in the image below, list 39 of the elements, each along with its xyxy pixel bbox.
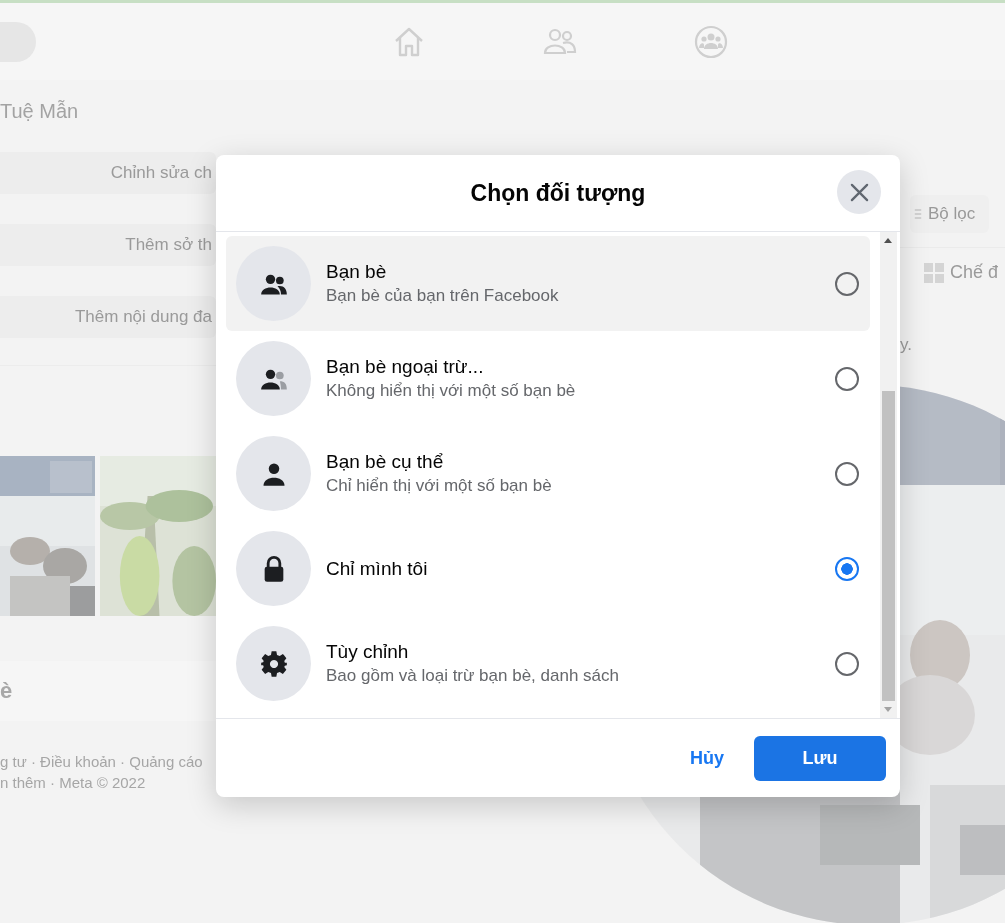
- footer-links: n thêm · Meta © 2022: [0, 774, 147, 791]
- radio-button[interactable]: [835, 461, 859, 486]
- close-icon: [849, 182, 869, 202]
- option-description: Chỉ hiển thị với một số bạn bè: [326, 476, 553, 496]
- option-description: Không hiển thị với một số bạn bè: [326, 381, 577, 401]
- radio-button[interactable]: [835, 556, 859, 581]
- option-title: Bạn bè ngoại trừ...: [326, 356, 485, 378]
- footer-links: g tư · Điều khoản · Quảng cáo: [0, 753, 204, 770]
- scrollbar[interactable]: [880, 232, 897, 718]
- profile-name: Tuệ Mẫn: [0, 100, 80, 124]
- cancel-button[interactable]: Hủy: [690, 747, 724, 769]
- audience-option[interactable]: Bạn bè cụ thể Chỉ hiển thị với một số bạn bè: [226, 426, 870, 521]
- scrollbar-thumb[interactable]: [882, 391, 895, 701]
- radio-button[interactable]: [835, 366, 859, 391]
- radio-button[interactable]: [835, 271, 859, 296]
- section-heading: è: [0, 678, 13, 704]
- option-title: Tùy chỉnh: [326, 641, 410, 663]
- filter-button[interactable]: Bộ lọc: [910, 195, 990, 233]
- empty-note: y.: [900, 335, 912, 355]
- option-title: Chỉ mình tôi: [326, 557, 429, 580]
- option-title: Bạn bè cụ thể: [326, 451, 445, 473]
- filter-icon: [914, 206, 922, 222]
- gear-icon: [259, 649, 288, 678]
- radio-button[interactable]: [835, 651, 859, 676]
- profile-button[interactable]: Thêm nội dung đa: [0, 296, 216, 338]
- audience-option[interactable]: Bạn bè ngoại trừ... Không hiển thị với một số bạn bè: [226, 331, 870, 426]
- profile-button[interactable]: Chỉnh sửa ch: [0, 152, 216, 194]
- dialog-title: Chọn đối tượng: [470, 179, 646, 207]
- profile-button[interactable]: Thêm sở th: [0, 224, 216, 266]
- option-title: Bạn bè: [326, 261, 388, 283]
- view-mode-tab[interactable]: Chế đ: [924, 262, 999, 283]
- audience-option[interactable]: Bạn bè Bạn bè của bạn trên Facebook: [226, 236, 870, 331]
- grid-icon: [924, 262, 944, 283]
- save-button[interactable]: Lưu: [754, 735, 886, 781]
- audience-option[interactable]: Chỉ mình tôi: [226, 521, 870, 616]
- option-description: Bao gồm và loại trừ bạn bè, danh sách: [326, 666, 620, 686]
- option-description: Bạn bè của bạn trên Facebook: [326, 286, 560, 306]
- close-button[interactable]: [837, 170, 881, 214]
- audience-option[interactable]: Tùy chỉnh Bao gồm và loại trừ bạn bè, danh sách: [226, 616, 870, 711]
